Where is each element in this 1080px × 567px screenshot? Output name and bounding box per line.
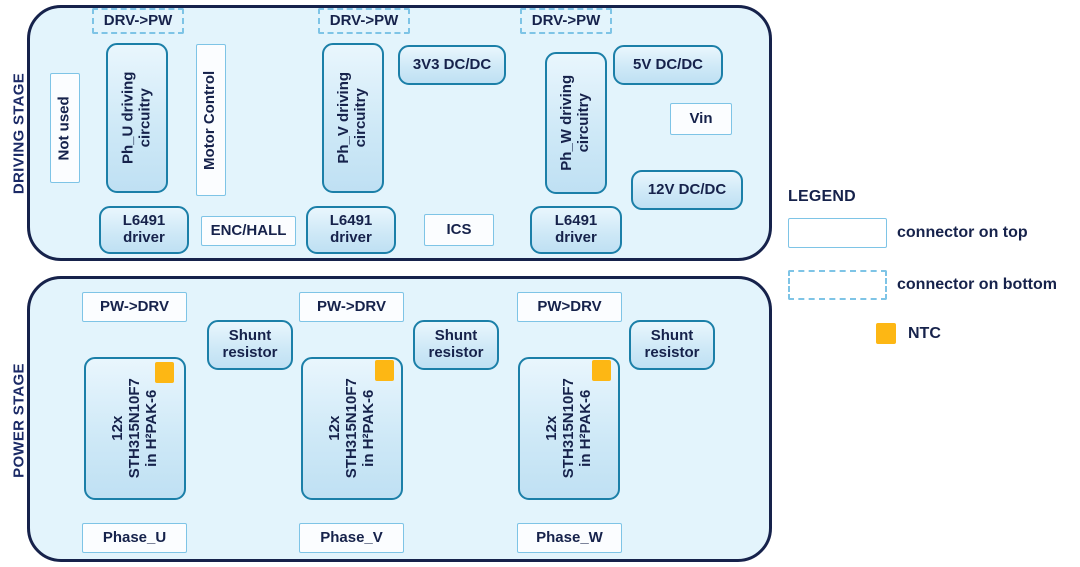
l6491-driver-u[interactable]: L6491 driver — [99, 206, 189, 254]
ntc-indicator-w — [592, 360, 611, 381]
mosfet-bank-v-line2: STH315N10F7 — [342, 378, 360, 479]
connector-pw-to-drv-u-label: PW->DRV — [99, 297, 170, 315]
dcdc-5v-module[interactable]: 5V DC/DC — [613, 45, 723, 85]
l6491-driver-v[interactable]: L6491 driver — [306, 206, 396, 254]
phase-v-driving-circuitry[interactable]: Ph_V driving circuitry — [322, 43, 384, 193]
phase-w-driving-circuitry-label: Ph_W driving circuitry — [558, 75, 593, 171]
dcdc-12v-label: 12V DC/DC — [647, 180, 727, 198]
legend-label-ntc: NTC — [908, 324, 941, 342]
l6491-driver-w-line1: L6491 — [554, 212, 598, 230]
phase-output-u-label: Phase_U — [102, 528, 167, 546]
phase-output-w[interactable]: Phase_W — [517, 523, 622, 553]
vin-connector[interactable]: Vin — [670, 103, 732, 135]
ntc-indicator-v — [375, 360, 394, 381]
dcdc-3v3-module[interactable]: 3V3 DC/DC — [398, 45, 506, 85]
l6491-driver-w-label: L6491 driver — [554, 212, 598, 247]
power-stage-label: POWER STAGE — [10, 363, 28, 478]
l6491-driver-u-line1: L6491 — [122, 212, 166, 230]
l6491-driver-u-label: L6491 driver — [122, 212, 166, 247]
shunt-resistor-v[interactable]: Shunt resistor — [413, 320, 499, 370]
connector-drv-to-pw-v[interactable]: DRV->PW — [318, 8, 410, 34]
mosfet-bank-v-label: 12x STH315N10F7 in H²PAK-6 — [325, 378, 377, 479]
legend-item-connector-on-top: connector on top — [788, 218, 1028, 248]
motor-control-label: Motor Control — [201, 70, 219, 170]
legend-label-connector-on-top: connector on top — [897, 224, 1028, 241]
shunt-resistor-v-label: Shunt resistor — [428, 327, 484, 362]
phase-output-v-label: Phase_V — [320, 528, 383, 546]
connector-pw-to-drv-w-label: PW>DRV — [537, 297, 602, 315]
shunt-resistor-v-line1: Shunt — [434, 327, 478, 345]
shunt-resistor-w-line1: Shunt — [650, 327, 694, 345]
connector-drv-to-pw-w-label: DRV->PW — [531, 11, 601, 29]
legend-swatch-dashed-rectangle — [788, 270, 887, 300]
mosfet-bank-u-line3: in H²PAK-6 — [142, 389, 160, 468]
not-used-connector[interactable]: Not used — [50, 73, 80, 183]
shunt-resistor-v-line2: resistor — [428, 344, 484, 361]
phase-u-driving-circuitry-line2: circuitry — [136, 88, 154, 148]
mosfet-bank-u-line2: STH315N10F7 — [125, 378, 143, 479]
connector-drv-to-pw-u[interactable]: DRV->PW — [92, 8, 184, 34]
shunt-resistor-u-label: Shunt resistor — [222, 327, 278, 362]
mosfet-bank-w-line1: 12x — [542, 415, 560, 442]
ntc-indicator-u — [155, 362, 174, 383]
dcdc-5v-label: 5V DC/DC — [632, 55, 703, 73]
phase-v-driving-circuitry-label: Ph_V driving circuitry — [335, 72, 370, 164]
phase-w-driving-circuitry-line1: Ph_W driving — [558, 75, 576, 171]
mosfet-bank-u-line1: 12x — [108, 415, 126, 442]
mosfet-bank-u-label: 12x STH315N10F7 in H²PAK-6 — [108, 378, 160, 479]
l6491-driver-u-line2: driver — [123, 229, 165, 246]
connector-drv-to-pw-w[interactable]: DRV->PW — [520, 8, 612, 34]
connector-drv-to-pw-v-label: DRV->PW — [329, 11, 399, 29]
driving-stage-label: DRIVING STAGE — [10, 72, 28, 195]
shunt-resistor-w-label: Shunt resistor — [644, 327, 700, 362]
l6491-driver-v-label: L6491 driver — [329, 212, 373, 247]
connector-pw-to-drv-w[interactable]: PW>DRV — [517, 292, 622, 322]
shunt-resistor-u-line1: Shunt — [228, 327, 272, 345]
mosfet-bank-w-line2: STH315N10F7 — [559, 378, 577, 479]
phase-output-w-label: Phase_W — [536, 528, 603, 546]
ics-label: ICS — [446, 220, 472, 238]
phase-output-v[interactable]: Phase_V — [299, 523, 404, 553]
shunt-resistor-w[interactable]: Shunt resistor — [629, 320, 715, 370]
phase-w-driving-circuitry[interactable]: Ph_W driving circuitry — [545, 52, 607, 194]
connector-drv-to-pw-u-label: DRV->PW — [103, 11, 173, 29]
l6491-driver-v-line2: driver — [330, 229, 372, 246]
l6491-driver-v-line1: L6491 — [329, 212, 373, 230]
vin-label: Vin — [689, 109, 713, 127]
connector-pw-to-drv-v-label: PW->DRV — [316, 297, 387, 315]
phase-v-driving-circuitry-line1: Ph_V driving — [335, 72, 353, 164]
enc-hall-connector[interactable]: ENC/HALL — [201, 216, 296, 246]
mosfet-bank-w-line3: in H²PAK-6 — [576, 389, 594, 468]
diagram-canvas: DRIVING STAGE DRV->PW DRV->PW DRV->PW No… — [0, 0, 1080, 567]
mosfet-bank-w-label: 12x STH315N10F7 in H²PAK-6 — [542, 378, 594, 479]
shunt-resistor-u-line2: resistor — [222, 344, 278, 361]
connector-pw-to-drv-u[interactable]: PW->DRV — [82, 292, 187, 322]
phase-u-driving-circuitry-label: Ph_U driving circuitry — [119, 71, 154, 165]
ics-connector[interactable]: ICS — [424, 214, 494, 246]
phase-output-u[interactable]: Phase_U — [82, 523, 187, 553]
legend: LEGEND connector on top connector on bot… — [788, 188, 1080, 353]
mosfet-bank-v-line1: 12x — [325, 415, 343, 442]
legend-swatch-solid-rectangle — [788, 218, 887, 248]
shunt-resistor-u[interactable]: Shunt resistor — [207, 320, 293, 370]
legend-item-connector-on-bottom: connector on bottom — [788, 270, 1057, 300]
not-used-label: Not used — [55, 95, 73, 161]
l6491-driver-w[interactable]: L6491 driver — [530, 206, 622, 254]
shunt-resistor-w-line2: resistor — [644, 344, 700, 361]
connector-pw-to-drv-v[interactable]: PW->DRV — [299, 292, 404, 322]
phase-v-driving-circuitry-line2: circuitry — [352, 88, 369, 148]
motor-control-connector[interactable]: Motor Control — [196, 44, 226, 196]
phase-u-driving-circuitry[interactable]: Ph_U driving circuitry — [106, 43, 168, 193]
legend-title: LEGEND — [788, 188, 856, 205]
l6491-driver-w-line2: driver — [555, 229, 597, 246]
phase-u-driving-circuitry-line1: Ph_U driving — [119, 71, 137, 165]
dcdc-3v3-label: 3V3 DC/DC — [412, 55, 492, 73]
phase-w-driving-circuitry-line2: circuitry — [575, 93, 592, 153]
dcdc-12v-module[interactable]: 12V DC/DC — [631, 170, 743, 210]
enc-hall-label: ENC/HALL — [210, 221, 287, 239]
mosfet-bank-v-line3: in H²PAK-6 — [359, 389, 377, 468]
legend-label-connector-on-bottom: connector on bottom — [897, 276, 1057, 293]
legend-item-ntc: NTC — [788, 323, 941, 344]
legend-swatch-orange-square — [876, 323, 896, 344]
